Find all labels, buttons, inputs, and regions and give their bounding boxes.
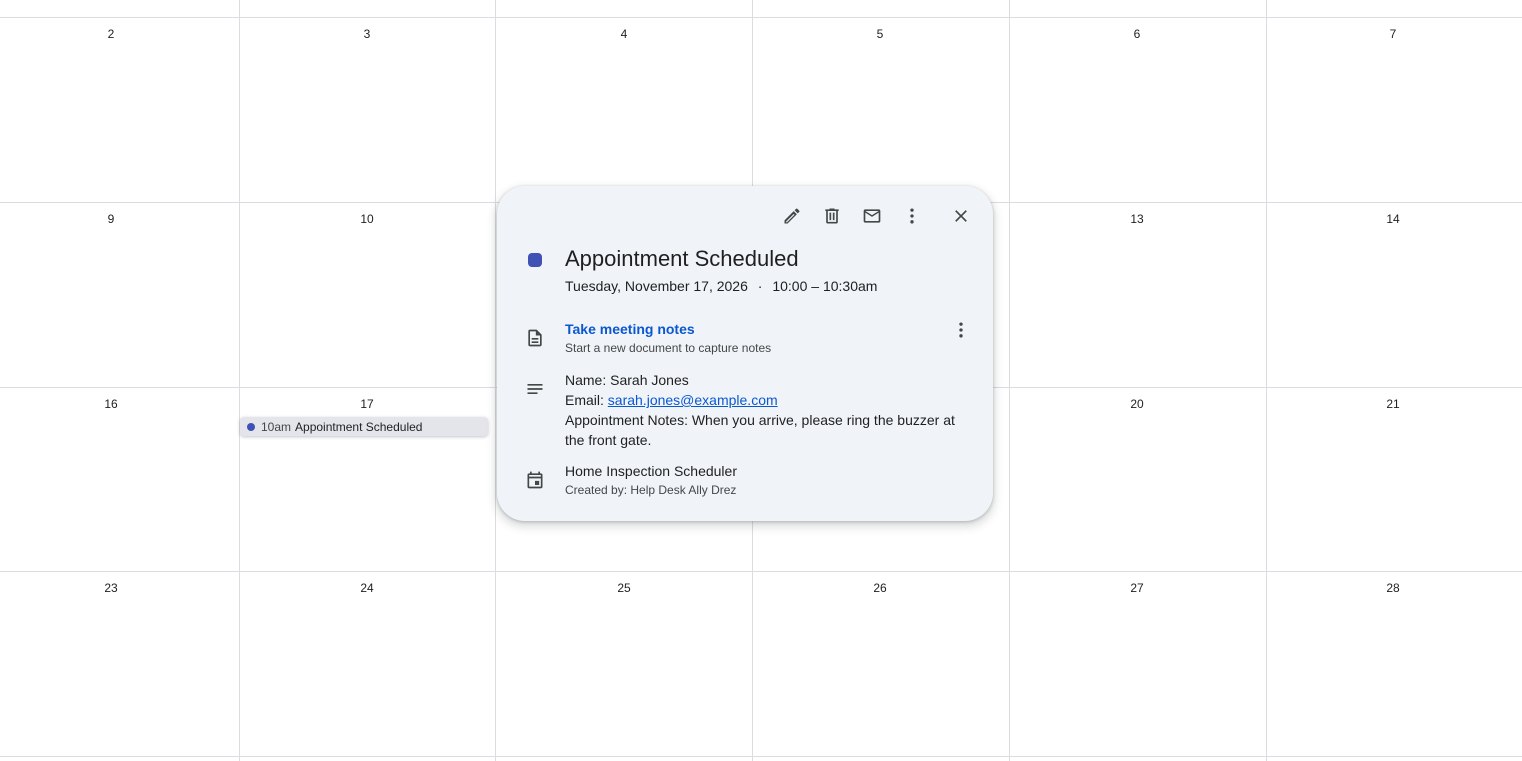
day-number[interactable]: 10 bbox=[347, 212, 387, 226]
email-link[interactable]: sarah.jones@example.com bbox=[608, 392, 778, 408]
calendar-icon bbox=[527, 471, 543, 489]
previous-week-row bbox=[0, 0, 1522, 18]
mail-icon bbox=[863, 209, 881, 223]
take-meeting-notes-link[interactable]: Take meeting notes bbox=[565, 321, 695, 337]
day-number[interactable]: 9 bbox=[91, 212, 131, 226]
event-title: Appointment Scheduled bbox=[295, 419, 423, 434]
event-chip[interactable]: 10am Appointment Scheduled bbox=[240, 417, 488, 436]
email-label: Email: bbox=[565, 392, 608, 408]
email-line: Email: sarah.jones@example.com bbox=[565, 390, 975, 410]
edit-event-button[interactable] bbox=[776, 200, 808, 232]
day-number[interactable]: 7 bbox=[1373, 27, 1413, 41]
day-number[interactable]: 4 bbox=[604, 27, 644, 41]
meeting-notes-subtext: Start a new document to capture notes bbox=[565, 341, 772, 355]
event-details-popup: Appointment Scheduled Tuesday, November … bbox=[497, 186, 993, 521]
day-number[interactable]: 25 bbox=[604, 581, 644, 595]
day-number[interactable]: 24 bbox=[347, 581, 387, 595]
email-guests-button[interactable] bbox=[856, 200, 888, 232]
day-number[interactable]: 26 bbox=[860, 581, 900, 595]
day-number[interactable]: 2 bbox=[91, 27, 131, 41]
column-divider bbox=[1009, 0, 1010, 761]
event-datetime: Tuesday, November 17, 2026 · 10:00 – 10:… bbox=[565, 278, 877, 294]
pencil-icon bbox=[784, 208, 800, 224]
event-time: 10am bbox=[261, 419, 292, 434]
event-color-dot bbox=[247, 422, 255, 431]
day-number[interactable]: 13 bbox=[1117, 212, 1157, 226]
event-time-range: 10:00 – 10:30am bbox=[772, 278, 878, 294]
description-icon bbox=[527, 384, 543, 394]
column-divider bbox=[1266, 0, 1267, 761]
appointment-notes-line: Appointment Notes: When you arrive, plea… bbox=[565, 412, 955, 448]
day-number[interactable]: 27 bbox=[1117, 581, 1157, 595]
event-description: Name: Sarah Jones Email: sarah.jones@exa… bbox=[565, 370, 975, 450]
document-icon bbox=[528, 329, 542, 347]
options-button[interactable] bbox=[896, 200, 928, 232]
event-color-square bbox=[528, 253, 542, 267]
column-divider bbox=[495, 0, 496, 761]
row-divider bbox=[0, 756, 1522, 757]
day-number[interactable]: 23 bbox=[91, 581, 131, 595]
day-number[interactable]: 3 bbox=[347, 27, 387, 41]
day-number[interactable]: 6 bbox=[1117, 27, 1157, 41]
close-icon bbox=[955, 210, 967, 222]
day-number[interactable]: 14 bbox=[1373, 212, 1413, 226]
more-vert-icon bbox=[910, 208, 914, 224]
day-number[interactable]: 21 bbox=[1373, 397, 1413, 411]
day-number[interactable]: 5 bbox=[860, 27, 900, 41]
event-title: Appointment Scheduled bbox=[565, 246, 799, 271]
name-line: Name: Sarah Jones bbox=[565, 372, 689, 388]
trash-icon bbox=[825, 208, 839, 224]
day-number[interactable]: 28 bbox=[1373, 581, 1413, 595]
day-number[interactable]: 16 bbox=[91, 397, 131, 411]
delete-event-button[interactable] bbox=[816, 200, 848, 232]
more-vert-icon bbox=[959, 322, 963, 338]
created-by: Created by: Help Desk Ally Drez bbox=[565, 483, 737, 497]
day-number[interactable]: 17 bbox=[347, 397, 387, 411]
event-date: Tuesday, November 17, 2026 bbox=[565, 278, 748, 294]
row-divider bbox=[0, 571, 1522, 572]
day-number[interactable]: 20 bbox=[1117, 397, 1157, 411]
close-button[interactable] bbox=[945, 200, 977, 232]
calendar-name: Home Inspection Scheduler bbox=[565, 463, 737, 479]
separator: · bbox=[757, 278, 763, 294]
meeting-notes-options-button[interactable] bbox=[949, 318, 973, 342]
column-divider bbox=[239, 0, 240, 761]
